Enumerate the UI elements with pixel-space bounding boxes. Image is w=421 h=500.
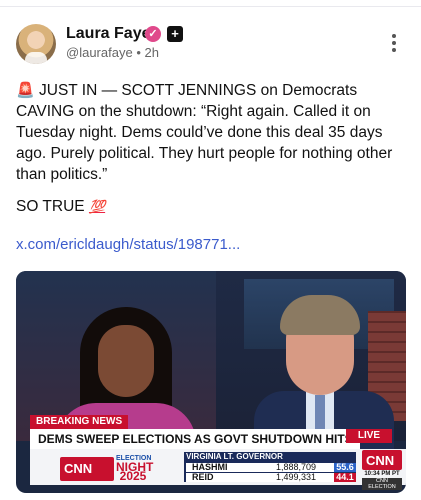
candidate-row: REID 1,499,331 44.1: [186, 473, 356, 482]
live-badge: LIVE: [346, 429, 392, 443]
more-options-icon[interactable]: [388, 34, 400, 54]
post-body: JUST IN — SCOTT JENNINGS on Democrats CA…: [16, 82, 393, 183]
post-remark: SO TRUE 💯: [16, 198, 105, 216]
year-text: 2025: [119, 469, 147, 483]
cnn-logo-text: CNN: [366, 453, 395, 468]
candidate-row: HASHMI 1,888,709 55.6: [186, 463, 356, 472]
candidate-pct: 44.1: [334, 473, 356, 482]
post-remark-text: SO TRUE: [16, 198, 85, 215]
cnn-logo-text: CNN: [64, 461, 93, 476]
ticker-label: CNN ELECTION: [362, 478, 402, 490]
post-time: 2h: [144, 45, 159, 60]
dot-separator: •: [136, 45, 141, 60]
guest-man: [254, 295, 394, 451]
candidate-votes: 1,499,331: [276, 472, 317, 482]
election-night-label: ELECTION NIGHT 2025: [116, 454, 153, 483]
news-headline: DEMS SWEEP ELECTIONS AS GOVT SHUTDOWN HI…: [30, 429, 360, 466]
candidate-name: REID: [192, 472, 214, 482]
candidate-pct: 55.6: [334, 463, 356, 472]
verified-icon: ✓: [145, 26, 161, 42]
top-divider: [0, 6, 421, 7]
handle-text: @laurafaye: [66, 45, 133, 60]
author-name[interactable]: Laura Faye: [66, 25, 150, 43]
alert-siren-icon: 🚨: [16, 82, 35, 99]
media-video[interactable]: BREAKING NEWS DEMS SWEEP ELECTIONS AS GO…: [16, 271, 406, 493]
candidate-name: HASHMI: [192, 462, 228, 472]
post-link[interactable]: x.com/ericldaugh/status/198771...: [16, 236, 240, 253]
breaking-news-label: BREAKING NEWS: [30, 415, 129, 429]
broadcast-time: 10:34 PM PT: [364, 471, 400, 477]
avatar[interactable]: [16, 24, 56, 64]
plus-icon: +: [167, 26, 183, 42]
post-text: 🚨 JUST IN — SCOTT JENNINGS on Democrats …: [16, 80, 408, 185]
hundred-points-icon: 💯: [88, 199, 106, 214]
author-handle[interactable]: @laurafaye • 2h: [66, 45, 159, 60]
candidate-votes: 1,888,709: [276, 462, 317, 472]
race-title: VIRGINIA LT. GOVERNOR: [186, 452, 283, 461]
